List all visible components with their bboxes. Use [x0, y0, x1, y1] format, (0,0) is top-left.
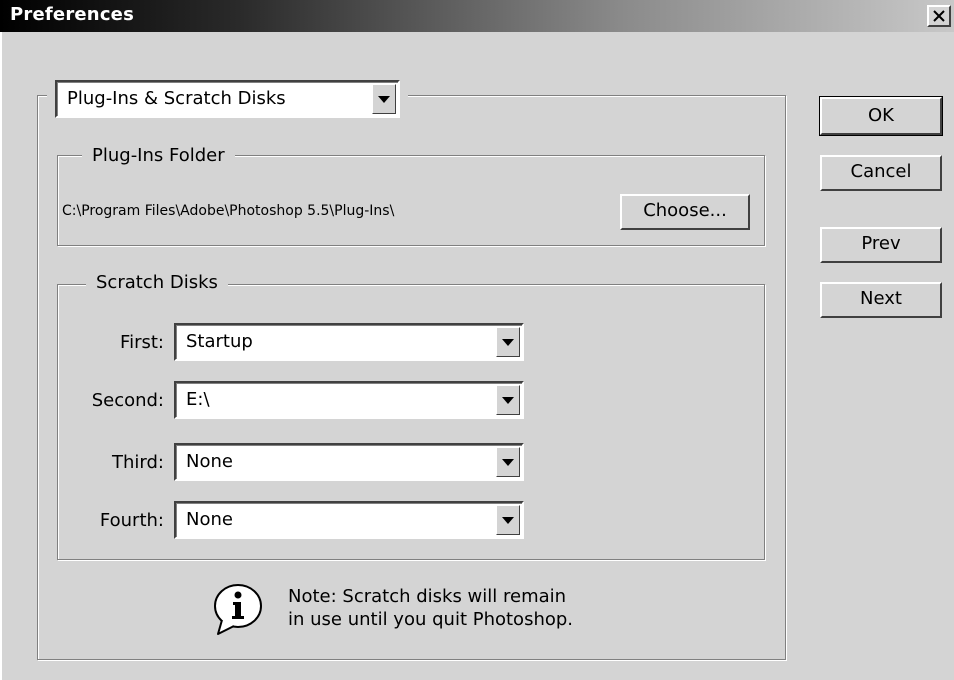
scratch-second-label: Second: [91, 390, 164, 411]
info-icon [214, 584, 262, 635]
prev-button[interactable]: Prev [820, 227, 942, 263]
plugins-folder-legend: Plug-Ins Folder [82, 145, 235, 167]
close-button[interactable] [927, 5, 951, 27]
scratch-first-label: First: [120, 332, 164, 353]
ok-button-label: OK [868, 105, 894, 126]
scratch-first-arrow[interactable] [496, 327, 520, 357]
plugins-folder-path: C:\Program Files\Adobe\Photoshop 5.5\Plu… [62, 203, 395, 219]
scratch-note: Note: Scratch disks will remain in use u… [288, 585, 573, 631]
choose-button-label: Choose... [643, 200, 727, 221]
ok-button[interactable]: OK [819, 96, 943, 136]
chevron-down-icon [502, 396, 514, 404]
next-button[interactable]: Next [820, 282, 942, 318]
scratch-second-select[interactable]: E:\ [174, 381, 524, 419]
scratch-third-select[interactable]: None [174, 443, 524, 481]
scratch-fourth-label: Fourth: [99, 510, 164, 531]
scratch-disks-legend: Scratch Disks [86, 272, 228, 294]
cancel-button-label: Cancel [850, 161, 912, 182]
scratch-fourth-arrow[interactable] [496, 505, 520, 535]
scratch-second-value: E:\ [186, 389, 210, 410]
chevron-down-icon [502, 516, 514, 524]
preferences-section-select[interactable]: Plug-Ins & Scratch Disks [55, 80, 400, 118]
scratch-fourth-select[interactable]: None [174, 501, 524, 539]
close-icon [933, 10, 945, 22]
window-title: Preferences [10, 4, 135, 25]
choose-button[interactable]: Choose... [620, 194, 750, 230]
scratch-third-arrow[interactable] [496, 447, 520, 477]
title-bar: Preferences [0, 0, 954, 32]
next-button-label: Next [860, 288, 902, 309]
section-select-value: Plug-Ins & Scratch Disks [67, 88, 286, 109]
chevron-down-icon [502, 338, 514, 346]
prev-button-label: Prev [861, 233, 901, 254]
scratch-fourth-value: None [186, 509, 233, 530]
section-select-arrow[interactable] [372, 84, 396, 114]
scratch-second-arrow[interactable] [496, 385, 520, 415]
scratch-first-value: Startup [186, 331, 253, 352]
cancel-button[interactable]: Cancel [820, 155, 942, 191]
chevron-down-icon [378, 95, 390, 103]
note-line-2: in use until you quit Photoshop. [288, 609, 574, 630]
scratch-first-select[interactable]: Startup [174, 323, 524, 361]
window-border [0, 32, 2, 680]
scratch-third-label: Third: [112, 452, 164, 473]
chevron-down-icon [502, 458, 514, 466]
note-line-1: Note: Scratch disks will remain [288, 586, 567, 607]
scratch-third-value: None [186, 451, 233, 472]
